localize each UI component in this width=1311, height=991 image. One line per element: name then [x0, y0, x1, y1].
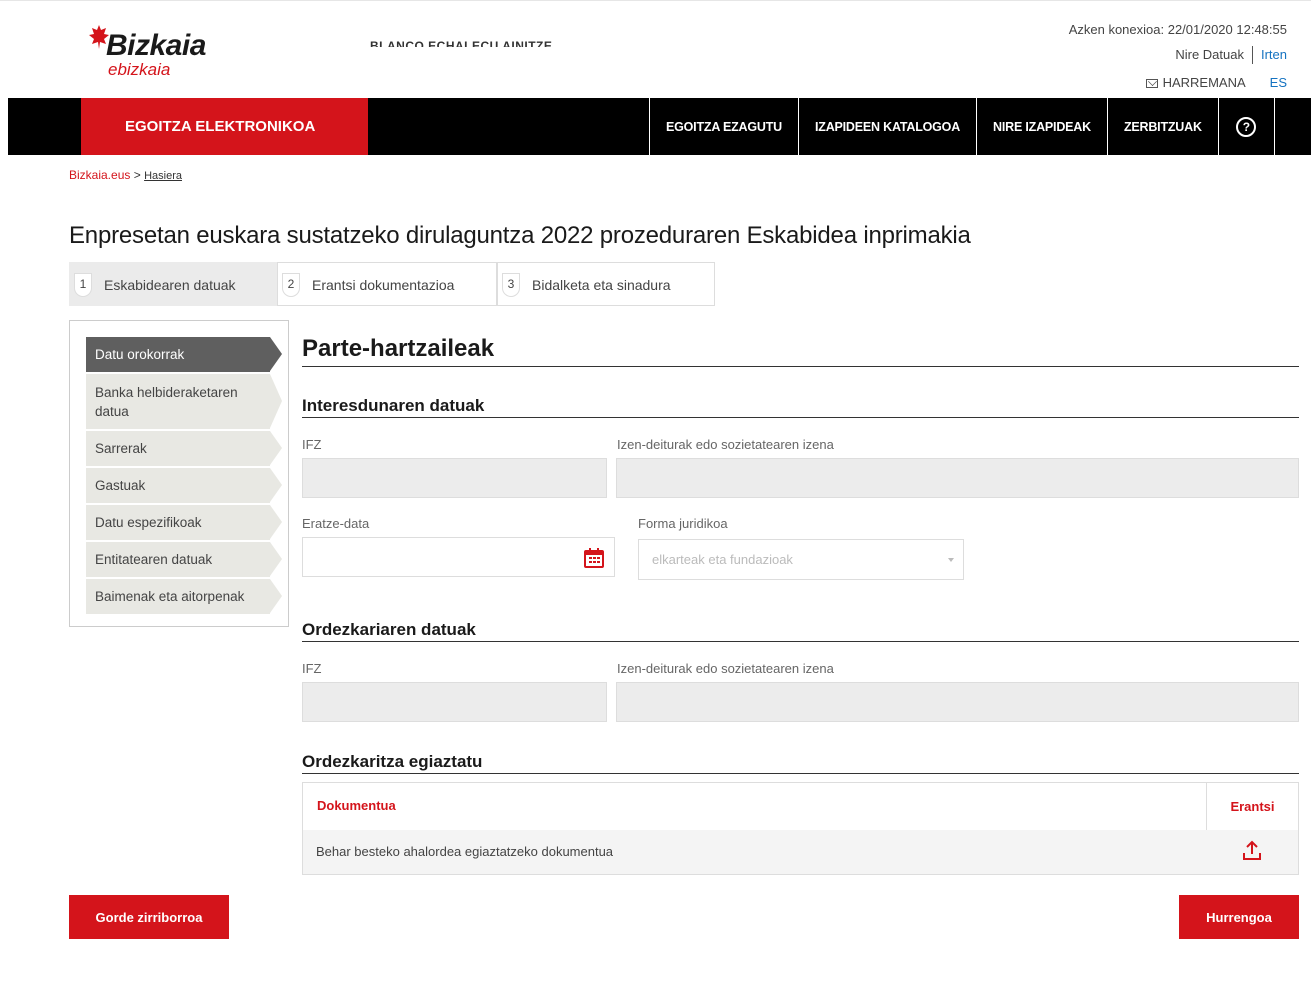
chevron-down-icon	[948, 558, 954, 562]
nav-item-zerbitzuak[interactable]: ZERBITZUAK	[1106, 98, 1218, 155]
sidebar-item-datu-espezifikoak[interactable]: Datu espezifikoak	[86, 505, 282, 540]
language-switch[interactable]: ES	[1270, 75, 1287, 91]
sidebar-item-baimenak[interactable]: Baimenak eta aitorpenak	[86, 579, 282, 614]
form-sidebar: Datu orokorrak Banka helbideraketaren da…	[69, 320, 289, 627]
step-number: 3	[502, 272, 520, 297]
upload-icon[interactable]	[1242, 840, 1262, 862]
verify-title: Ordezkaritza egiaztatu	[302, 752, 1299, 774]
help-icon: ?	[1236, 116, 1257, 137]
sidebar-item-banka-helbideraketa[interactable]: Banka helbideraketaren datua	[86, 374, 282, 429]
breadcrumb-current[interactable]: Hasiera	[144, 170, 182, 182]
separator	[1251, 46, 1253, 64]
my-data-link[interactable]: Nire Datuak	[1175, 46, 1244, 64]
contact-link[interactable]: HARREMANA	[1163, 75, 1246, 91]
representative-title: Ordezkariaren datuak	[302, 620, 1299, 642]
nav-item-egoitza-ezagutu[interactable]: EGOITZA EZAGUTU	[649, 98, 798, 155]
bizkaia-logo[interactable]: Bizkaia ebizkaia	[86, 24, 226, 84]
breadcrumb-home[interactable]: Bizkaia.eus	[69, 168, 130, 182]
legal-form-select[interactable]: elkarteak eta fundazioak	[638, 539, 964, 580]
name-label: Izen-deiturak edo sozietatearen izena	[617, 437, 834, 452]
breadcrumb-separator: >	[133, 168, 141, 182]
column-attach: Erantsi	[1206, 783, 1298, 830]
step-label: Erantsi dokumentazioa	[312, 276, 455, 293]
sidebar-item-entitatearen-datuak[interactable]: Entitatearen datuak	[86, 542, 282, 577]
save-draft-button[interactable]: Gorde zirriborroa	[69, 895, 229, 939]
step-2[interactable]: 2 Erantsi dokumentazioa	[277, 262, 497, 306]
document-name: Behar besteko ahalordea egiaztatzeko dok…	[316, 844, 614, 859]
last-connection: Azken konexioa: 22/01/2020 12:48:55	[1068, 22, 1287, 37]
table-row: Behar besteko ahalordea egiaztatzeko dok…	[303, 830, 1298, 874]
ifz-field[interactable]	[302, 458, 607, 498]
account-links: Nire Datuak Irten	[1175, 46, 1287, 64]
table-header: Dokumentua Erantsi	[303, 783, 1298, 830]
wizard-steps: 1 Eskabidearen datuak 2 Erantsi dokument…	[69, 262, 715, 306]
contact-row: HARREMANA ES	[1145, 75, 1287, 91]
sidebar-item-sarrerak[interactable]: Sarrerak	[86, 431, 282, 466]
user-name: BLANCO ECHALECU AINITZE	[370, 39, 553, 47]
nav-item-nire-izapideak[interactable]: NIRE IZAPIDEAK	[976, 98, 1107, 155]
help-button[interactable]: ?	[1217, 98, 1275, 155]
column-document: Dokumentua	[317, 798, 396, 813]
next-button[interactable]: Hurrengoa	[1179, 895, 1299, 939]
rep-name-label: Izen-deiturak edo sozietatearen izena	[617, 661, 834, 676]
step-number: 1	[74, 272, 92, 297]
date-field[interactable]	[302, 537, 615, 577]
logo-sub: ebizkaia	[108, 60, 171, 79]
envelope-icon	[1145, 78, 1158, 88]
step-label: Bidalketa eta sinadura	[532, 276, 671, 293]
interested-title: Interesdunaren datuak	[302, 396, 1299, 418]
step-3[interactable]: 3 Bidalketa eta sinadura	[497, 262, 715, 306]
sidebar-item-gastuak[interactable]: Gastuak	[86, 468, 282, 503]
logo-name: Bizkaia	[106, 29, 206, 62]
breadcrumb: Bizkaia.eus > Hasiera	[69, 167, 182, 184]
step-number: 2	[282, 272, 300, 297]
sidebar-item-datu-orokorrak[interactable]: Datu orokorrak	[86, 337, 282, 372]
page-title: Enpresetan euskara sustatzeko dirulagunt…	[69, 222, 971, 249]
logout-link[interactable]: Irten	[1261, 46, 1287, 64]
document-table: Dokumentua Erantsi Behar besteko ahalord…	[302, 782, 1299, 875]
step-label: Eskabidearen datuak	[104, 276, 236, 293]
section-title: Parte-hartzaileak	[302, 334, 1299, 367]
calendar-icon[interactable]	[584, 548, 604, 568]
nav-item-izapideen-katalogoa[interactable]: IZAPIDEEN KATALOGOA	[797, 98, 976, 155]
ifz-label: IFZ	[302, 437, 322, 452]
rep-ifz-label: IFZ	[302, 661, 322, 676]
top-border	[0, 0, 1311, 6]
nav-brand[interactable]: EGOITZA ELEKTRONIKOA	[81, 98, 368, 155]
name-field[interactable]	[616, 458, 1299, 498]
rep-name-field[interactable]	[616, 682, 1299, 722]
rep-ifz-field[interactable]	[302, 682, 607, 722]
step-1[interactable]: 1 Eskabidearen datuak	[69, 262, 277, 306]
nav-items: EGOITZA EZAGUTU IZAPIDEEN KATALOGOA NIRE…	[649, 98, 1275, 155]
date-label: Eratze-data	[302, 516, 370, 531]
legal-form-label: Forma juridikoa	[638, 516, 728, 531]
legal-form-value: elkarteak eta fundazioak	[652, 552, 793, 567]
main-navbar: EGOITZA ELEKTRONIKOA EGOITZA EZAGUTU IZA…	[8, 98, 1311, 155]
